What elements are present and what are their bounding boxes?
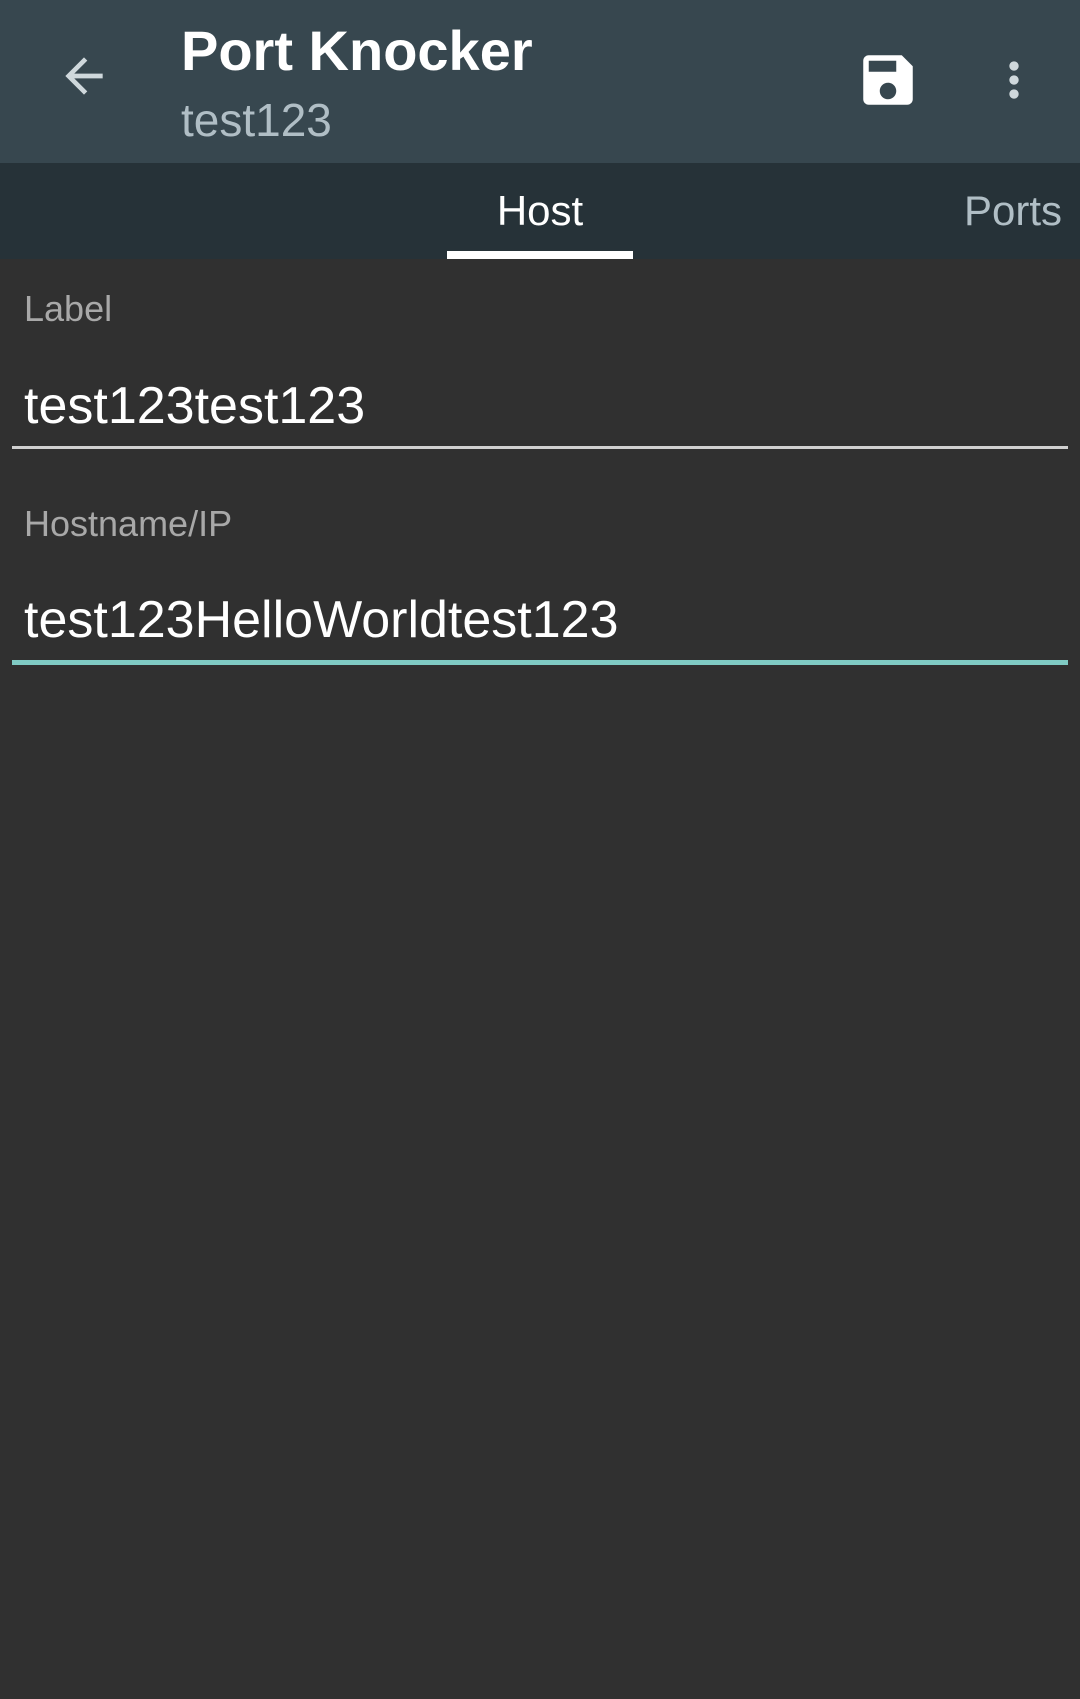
hostname-input[interactable]: test123HelloWorldtest123: [24, 590, 619, 650]
tab-ports-label: Ports: [964, 187, 1063, 234]
page-subtitle: test123: [181, 94, 332, 146]
hostname-field-label: Hostname/IP: [24, 503, 233, 544]
tab-selected-indicator: [447, 251, 633, 259]
more-vert-icon: [1009, 61, 1019, 99]
save-button[interactable]: [848, 40, 928, 120]
tab-bar: Host Ports: [0, 163, 1080, 259]
label-input-underline: [12, 446, 1068, 449]
arrow-back-icon: [65, 57, 103, 95]
back-button[interactable]: [44, 36, 124, 116]
app-toolbar: Port Knocker test123: [0, 0, 1080, 163]
save-icon: [863, 55, 913, 105]
label-field-label: Label: [24, 288, 113, 329]
tab-host-label: Host: [496, 187, 584, 234]
app-root: Port Knocker test123 Host Ports Label te…: [0, 0, 1080, 1699]
page-title: Port Knocker: [181, 19, 533, 82]
tab-ports[interactable]: Ports: [950, 163, 1080, 259]
hostname-input-underline: [12, 660, 1068, 665]
more-options-button[interactable]: [974, 40, 1054, 120]
tab-host[interactable]: Host: [447, 163, 633, 259]
label-input[interactable]: test123test123: [24, 376, 365, 436]
